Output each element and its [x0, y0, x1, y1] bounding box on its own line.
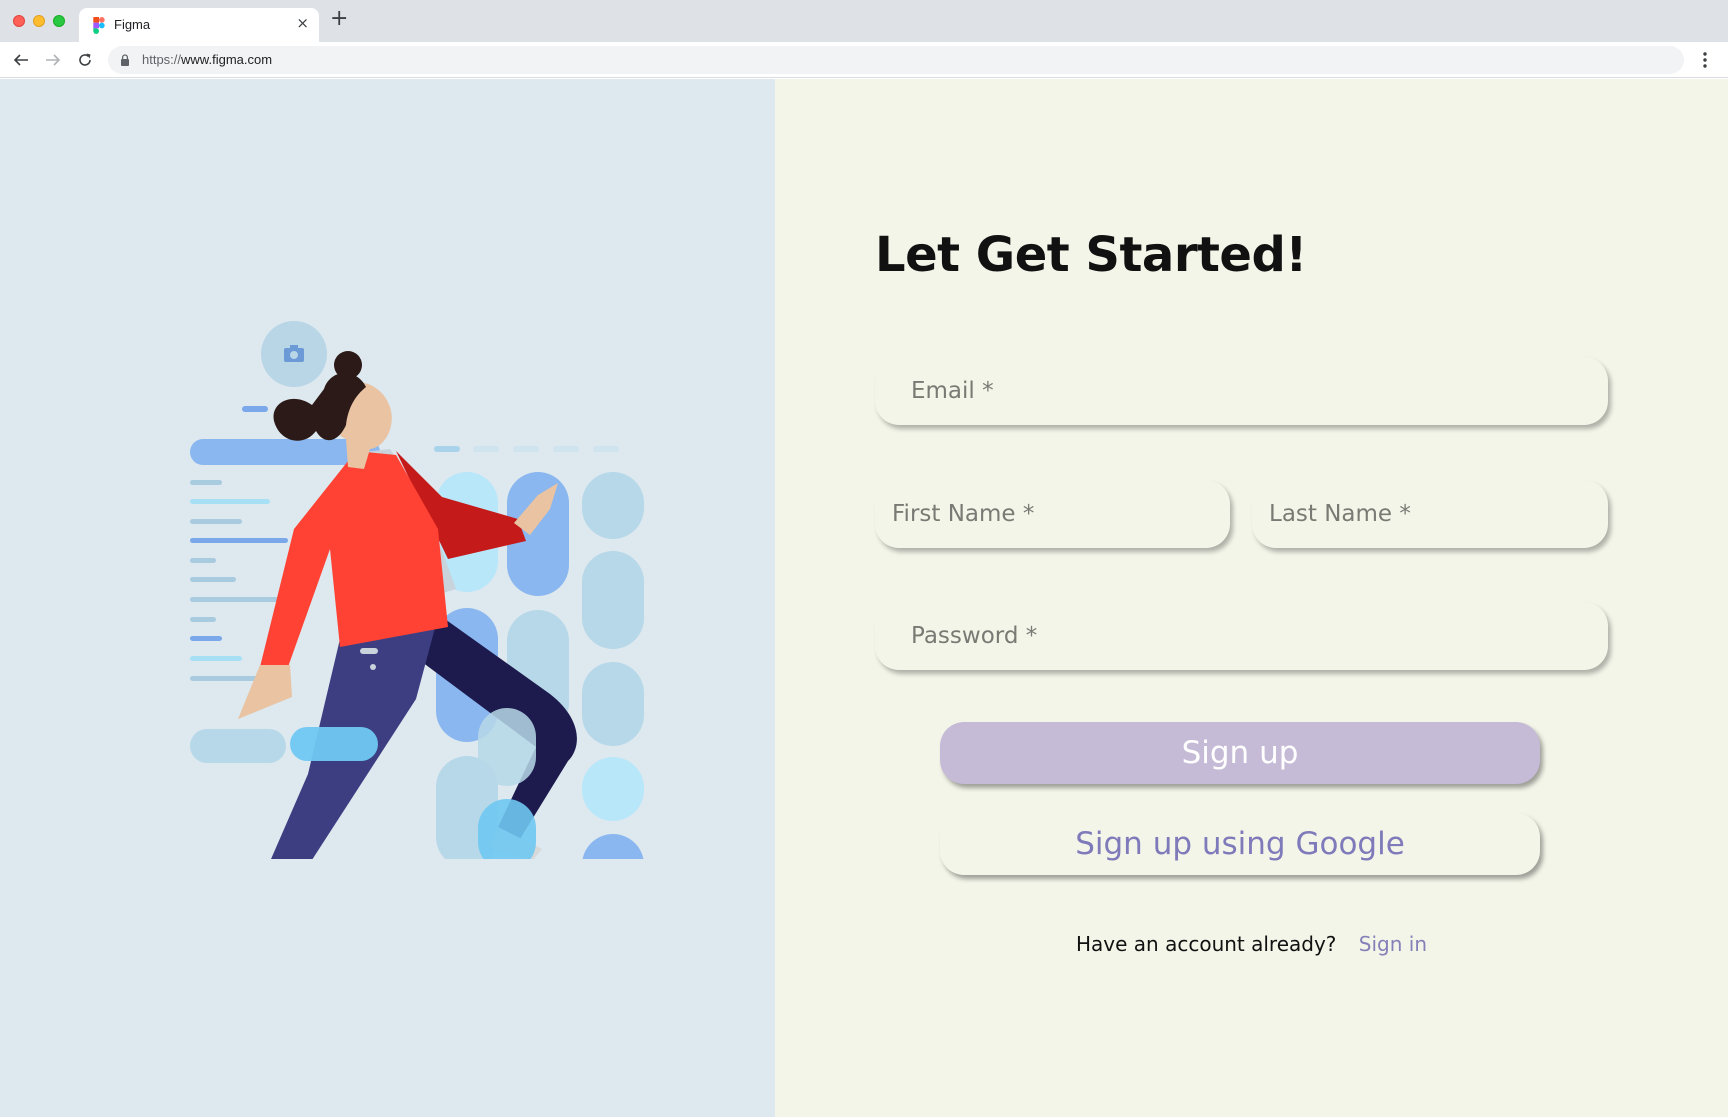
tab-close-icon[interactable]: ×	[296, 14, 309, 32]
back-arrow-icon	[13, 54, 28, 66]
browser-toolbar: https://www.figma.com	[0, 42, 1728, 78]
signup-panel: Let Get Started! Sign up Sign up using G…	[775, 79, 1728, 1117]
minimize-window-button[interactable]	[33, 15, 45, 27]
walking-person-illustration	[190, 321, 644, 859]
forward-arrow-icon	[46, 54, 61, 66]
new-tab-icon[interactable]: +	[330, 8, 348, 30]
url-text: https://www.figma.com	[142, 52, 272, 67]
url-host: www.figma.com	[181, 52, 273, 67]
illustration-panel	[0, 79, 775, 1117]
browser-tabstrip: Figma × +	[0, 0, 1728, 42]
figma-favicon	[93, 17, 105, 34]
lock-icon	[121, 54, 129, 66]
email-field[interactable]	[875, 357, 1608, 425]
password-field[interactable]	[875, 602, 1608, 670]
maximize-window-button[interactable]	[53, 15, 65, 27]
reload-icon	[79, 53, 91, 66]
page-title: Let Get Started!	[875, 227, 1307, 283]
last-name-field[interactable]	[1252, 480, 1608, 548]
kebab-menu-icon[interactable]	[1697, 48, 1713, 72]
signup-button[interactable]: Sign up	[940, 722, 1540, 784]
address-bar[interactable]: https://www.figma.com	[108, 46, 1684, 74]
url-scheme: https://	[142, 52, 182, 67]
google-signup-button[interactable]: Sign up using Google	[940, 813, 1540, 875]
browser-tab[interactable]: Figma ×	[79, 8, 319, 42]
signin-link[interactable]: Sign in	[1359, 932, 1427, 956]
back-button[interactable]	[9, 48, 33, 72]
account-prompt-text: Have an account already?	[1076, 932, 1337, 956]
reload-button[interactable]	[73, 48, 97, 72]
close-window-button[interactable]	[13, 15, 25, 27]
tab-title: Figma	[114, 17, 151, 32]
signin-prompt: Have an account already? Sign in	[775, 932, 1728, 956]
first-name-field[interactable]	[875, 480, 1230, 548]
forward-button[interactable]	[41, 48, 65, 72]
